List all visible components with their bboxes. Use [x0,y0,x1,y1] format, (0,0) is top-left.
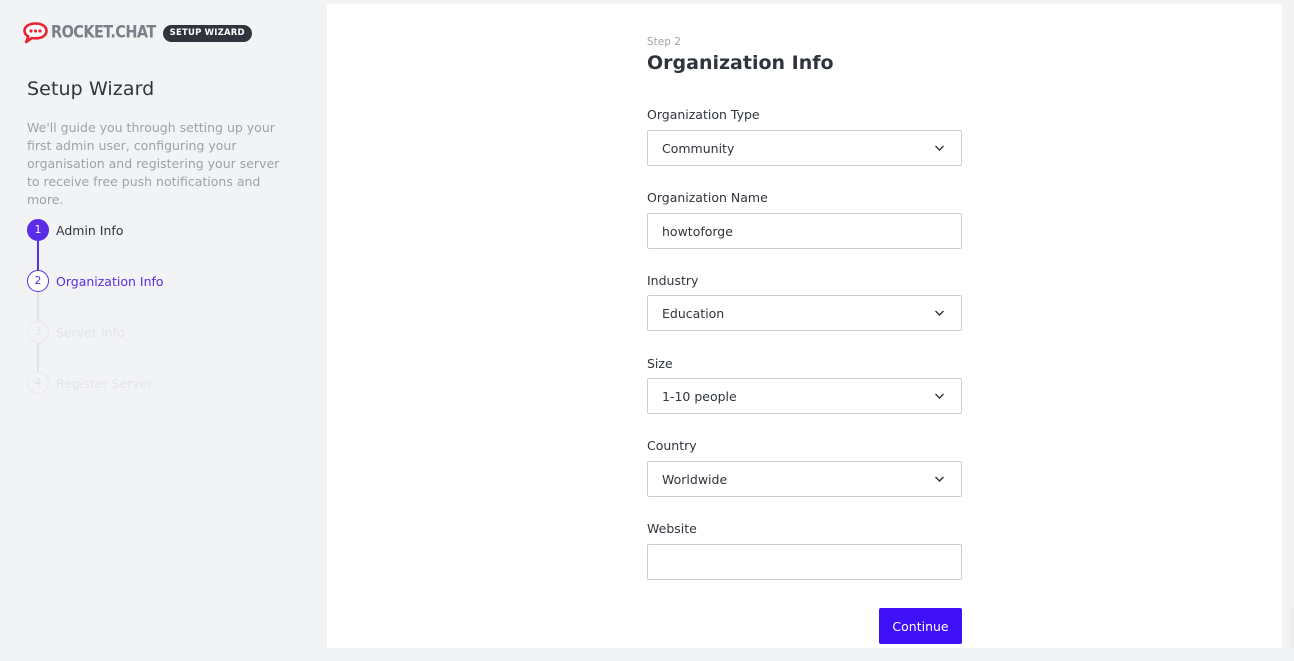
industry-select[interactable]: Education [647,295,962,331]
step-label: Server Info [56,324,125,340]
step-indicator: Step 2 [647,36,681,48]
industry-label: Industry [647,273,699,288]
chevron-down-icon [935,476,944,482]
org-name-field[interactable] [647,213,962,249]
step-number: 4 [27,372,49,394]
org-type-select[interactable]: Community [647,130,962,166]
continue-button[interactable]: Continue [879,608,962,644]
step-organization-info[interactable]: 2 Organization Info [27,270,164,292]
step-number: 3 [27,321,49,343]
website-label: Website [647,521,697,536]
brand: ROCKET.CHAT SETUP WIZARD [23,22,252,44]
step-connector [37,241,39,270]
country-label: Country [647,438,697,453]
step-admin-info[interactable]: 1 Admin Info [27,219,123,241]
setup-wizard-badge: SETUP WIZARD [162,24,252,42]
step-connector [37,292,39,321]
step-number: 1 [27,219,49,241]
org-type-value: Community [662,140,735,156]
chevron-down-icon [935,145,944,151]
size-value: 1-10 people [662,388,737,404]
rocket-chat-logo-icon [23,22,48,44]
page-title: Organization Info [647,52,834,74]
chevron-down-icon [935,310,944,316]
org-type-label: Organization Type [647,107,760,122]
industry-value: Education [662,305,725,321]
scrollbar-track[interactable] [1290,608,1294,648]
main-panel: Step 2 Organization Info Organization Ty… [327,4,1282,648]
country-value: Worldwide [662,471,728,487]
step-label: Organization Info [56,273,164,289]
sidebar-title: Setup Wizard [27,78,155,100]
org-name-input[interactable] [662,223,961,239]
sidebar: ROCKET.CHAT SETUP WIZARD Setup Wizard We… [0,0,327,661]
step-label: Register Server [56,375,153,391]
website-field[interactable] [647,544,962,580]
step-number: 2 [27,270,49,292]
sidebar-description: We'll guide you through setting up your … [27,120,280,207]
size-label: Size [647,356,673,371]
brand-name: ROCKET.CHAT [51,23,156,43]
step-register-server: 4 Register Server [27,372,152,394]
org-name-label: Organization Name [647,190,768,205]
step-label: Admin Info [56,222,124,238]
size-select[interactable]: 1-10 people [647,378,962,414]
country-select[interactable]: Worldwide [647,461,962,497]
step-connector [37,343,39,372]
website-input[interactable] [662,554,961,570]
step-server-info: 3 Server Info [27,321,125,343]
chevron-down-icon [935,393,944,399]
